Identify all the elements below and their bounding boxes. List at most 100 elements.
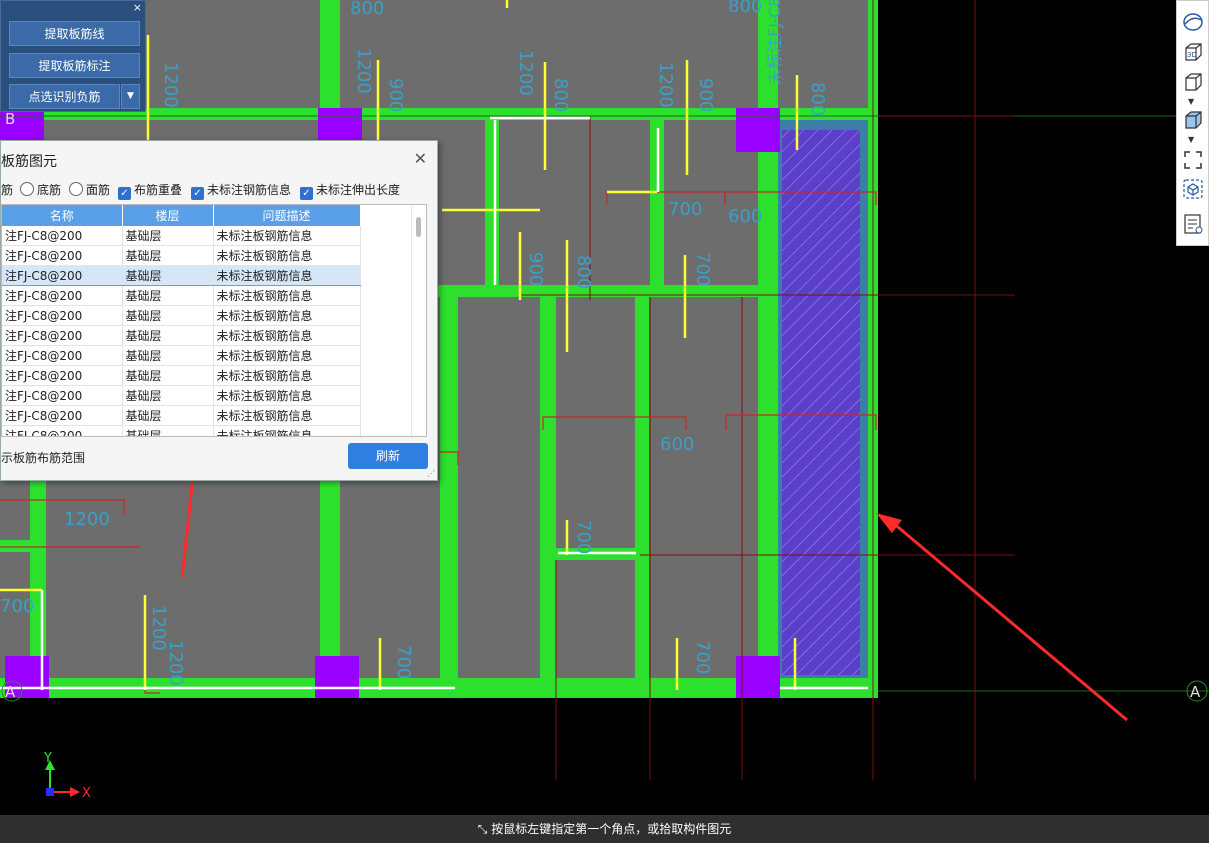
dropdown-arrow-icon[interactable]: ▼ (1188, 135, 1194, 144)
table-row[interactable]: 注FJ-C8@200 基础层 未标注板钢筋信息 (2, 385, 361, 406)
cell-name: 注FJ-C8@200 (2, 405, 123, 426)
ucs-y-label: Y (43, 751, 52, 766)
table-row[interactable]: 注FJ-C8@200 基础层 未标注板钢筋信息 (2, 245, 361, 266)
cursor-corner-icon: ⤡ (477, 822, 492, 836)
issue-table[interactable]: 名称 楼层 问题描述 注FJ-C8@200 基础层 未标注板钢筋信息 注FJ-C8@2… (1, 204, 427, 437)
dim-text: 1200 (515, 50, 536, 96)
check-overlap[interactable]: ✓ 布筋重叠 (118, 181, 182, 200)
box-view-icon[interactable] (1182, 71, 1204, 93)
close-icon[interactable]: ✕ (414, 149, 427, 168)
axis-label-a-left: A (5, 683, 16, 701)
cell-floor: 基础层 (122, 226, 214, 246)
pick-identify-negative-rebar-button[interactable]: 点选识别负筋 (9, 84, 120, 109)
check-overlap-label: 布筋重叠 (134, 183, 183, 197)
cell-description: 未标注板钢筋信息 (213, 305, 361, 326)
dim-text: 900 (695, 78, 716, 112)
rotate-orbit-icon[interactable] (1182, 11, 1204, 33)
table-row[interactable]: 注FJ-C8@200 基础层 未标注板钢筋信息 (2, 405, 361, 426)
cell-name: 注FJ-C8@200 (2, 226, 123, 246)
check-unmarked-info[interactable]: ✓ 未标注钢筋信息 (191, 181, 291, 200)
dim-text: 800 (350, 0, 384, 19)
dim-text: 800 (550, 78, 571, 112)
table-row[interactable]: 注FJ-C8@200 基础层 未标注板钢筋信息 (2, 226, 361, 246)
property-list-icon[interactable] (1182, 213, 1204, 235)
table-row[interactable]: 注FJ-C8@200 基础层 未标注板钢筋信息 (2, 365, 361, 386)
column-header-floor[interactable]: 楼层 (122, 205, 214, 226)
dim-text: 700 (668, 199, 702, 220)
option-bottom-rebar[interactable]: 底筋 (20, 181, 61, 198)
cell-name: 注FJ-C8@200 (2, 245, 123, 266)
table-row[interactable]: 注FJ-C8@200 基础层 未标注板钢筋信息 (2, 345, 361, 366)
extract-panel: × 提取板筋线 提取板筋标注 点选识别负筋 ▼ (0, 0, 146, 112)
panel-close-icon[interactable]: × (133, 2, 142, 13)
3d-view-icon[interactable]: 3D (1182, 41, 1204, 63)
svg-text:3D: 3D (1187, 51, 1197, 59)
dim-text: 700 (0, 596, 34, 617)
table-scrollbar[interactable] (411, 205, 426, 436)
cell-description: 未标注板钢筋信息 (213, 245, 361, 266)
cell-description: 未标注板钢筋信息 (213, 425, 361, 436)
ucs-icon: Y X (43, 751, 91, 801)
table-row[interactable]: 注FJ-C8@200 基础层 未标注板钢筋信息 (2, 265, 361, 286)
option-top-rebar-label: 面筋 (86, 183, 111, 197)
cell-floor: 基础层 (122, 245, 214, 266)
table-row[interactable]: 注FJ-C8@200 基础层 未标注板钢筋信息 (2, 285, 361, 306)
show-range-label[interactable]: 示板筋布筋范围 (1, 449, 85, 466)
table-row[interactable]: 注FJ-C8@200 基础层 未标注板钢筋信息 (2, 425, 361, 436)
cell-name: 注FJ-C8@200 (2, 285, 123, 306)
axis-label-a-right: A (1190, 683, 1201, 701)
dim-text: 700 (692, 640, 713, 674)
cell-floor: 基础层 (122, 265, 214, 286)
option-top-rebar[interactable]: 面筋 (69, 181, 110, 198)
radio-icon (69, 182, 83, 196)
dialog-title: 板筋图元 (1, 154, 57, 170)
extract-slab-rebar-label-button[interactable]: 提取板筋标注 (9, 53, 140, 78)
cell-description: 未标注板钢筋信息 (213, 285, 361, 306)
cell-description: 未标注板钢筋信息 (213, 385, 361, 406)
option-all[interactable]: 筋 (1, 181, 13, 198)
status-text: 按鼠标左键指定第一个角点，或拾取构件图元 (491, 822, 732, 836)
check-unmarked-length-label: 未标注伸出长度 (316, 183, 401, 197)
cell-description: 未标注板钢筋信息 (213, 405, 361, 426)
table-row[interactable]: 注FJ-C8@200 基础层 未标注板钢筋信息 (2, 325, 361, 346)
dim-text: 1200 (64, 509, 110, 530)
cube-select-icon[interactable] (1182, 178, 1204, 200)
view-toolbar: 3D ▼ ▼ (1176, 0, 1209, 246)
cell-name: 注FJ-C8@200 (2, 385, 123, 406)
dim-text: 900 (385, 78, 406, 112)
column-header-description[interactable]: 问题描述 (213, 205, 361, 226)
scrollbar-thumb[interactable] (416, 217, 421, 237)
extract-slab-rebar-line-button[interactable]: 提取板筋线 (9, 21, 140, 46)
dim-text: 1200 (165, 640, 186, 686)
resize-grip-icon[interactable]: ⋰ (427, 470, 435, 478)
cell-name: 注FJ-C8@200 (2, 345, 123, 366)
cell-floor: 基础层 (122, 365, 214, 386)
dim-text: 700 (393, 645, 414, 679)
column-header-name[interactable]: 名称 (2, 205, 123, 226)
dim-text: 800 (807, 82, 828, 116)
cell-name: 注FJ-C8@200 (2, 265, 123, 286)
cell-name: 注FJ-C8@200 (2, 325, 123, 346)
check-unmarked-info-label: 未标注钢筋信息 (207, 183, 292, 197)
dim-text: 1200 (160, 62, 181, 108)
cell-description: 未标注板钢筋信息 (213, 265, 361, 286)
cell-description: 未标注板钢筋信息 (213, 226, 361, 246)
dim-text: 700 (692, 252, 713, 286)
solid-box-icon[interactable] (1182, 109, 1204, 131)
fullscreen-icon[interactable] (1182, 149, 1204, 171)
dim-text: 800 (573, 255, 594, 289)
cell-name: 注FJ-C8@200 (2, 305, 123, 326)
status-bar: ⤡ 按鼠标左键指定第一个角点，或拾取构件图元 (0, 815, 1209, 843)
ucs-x-label: X (82, 786, 91, 801)
dropdown-arrow-icon[interactable]: ▼ (1188, 97, 1194, 106)
table-row[interactable]: 注FJ-C8@200 基础层 未标注板钢筋信息 (2, 305, 361, 326)
checkbox-checked-icon: ✓ (191, 187, 204, 200)
cell-description: 未标注板钢筋信息 (213, 325, 361, 346)
cell-floor: 基础层 (122, 325, 214, 346)
check-unmarked-length[interactable]: ✓ 未标注伸出长度 (300, 181, 400, 200)
refresh-button[interactable]: 刷新 (348, 443, 428, 469)
dim-text: 1200 (655, 62, 676, 108)
chevron-down-icon[interactable]: ▼ (121, 84, 140, 109)
checkbox-checked-icon: ✓ (118, 187, 131, 200)
cell-description: 未标注板钢筋信息 (213, 345, 361, 366)
